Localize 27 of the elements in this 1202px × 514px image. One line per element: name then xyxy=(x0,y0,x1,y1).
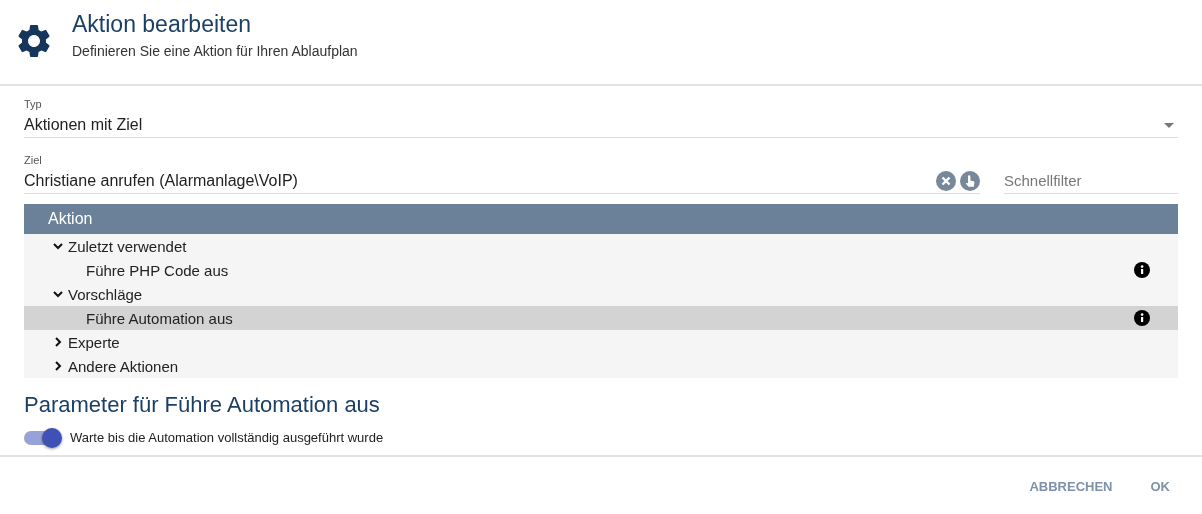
tree-group-label[interactable]: Experte xyxy=(68,333,120,351)
field-label: Ziel xyxy=(24,154,43,166)
chevron-down-icon[interactable] xyxy=(52,240,64,252)
tree-group-label[interactable]: Vorschläge xyxy=(68,285,143,303)
tree-item[interactable]: Führe PHP Code aus xyxy=(24,258,1178,282)
target-field[interactable]: Christiane anrufen (Alarmanlage\VoIP) xyxy=(24,169,980,194)
dialog-title: Aktion bearbeiten xyxy=(72,10,252,38)
tree-item-label: Führe Automation aus xyxy=(86,309,233,327)
chevron-right-icon[interactable] xyxy=(52,360,64,372)
toggle-switch[interactable] xyxy=(24,430,60,445)
tree-item[interactable]: Führe Automation aus xyxy=(24,306,1178,330)
toggle-label: Warte bis die Automation vollständig ausgeführt wurde xyxy=(70,430,384,445)
tree-item-label: Führe PHP Code aus xyxy=(86,261,229,279)
tree-group-label[interactable]: Zuletzt verwendet xyxy=(68,237,187,255)
info-icon[interactable] xyxy=(1134,262,1150,278)
clear-icon[interactable] xyxy=(936,171,956,191)
info-icon[interactable] xyxy=(1134,310,1150,326)
field-label: Typ xyxy=(24,98,43,110)
chevron-down-icon[interactable] xyxy=(52,288,64,300)
column-header: Aktion xyxy=(24,204,1178,234)
section-title: Parameter für Führe Automation aus xyxy=(24,392,381,418)
type-select[interactable]: Aktionen mit Ziel xyxy=(24,113,1178,138)
dialog-subtitle: Definieren Sie eine Aktion für Ihren Ablaufplan xyxy=(72,43,358,59)
tree-group-label[interactable]: Andere Aktionen xyxy=(68,357,179,375)
pointer-hand-icon[interactable] xyxy=(960,171,980,191)
dropdown-arrow-icon[interactable] xyxy=(1164,122,1174,128)
chevron-right-icon[interactable] xyxy=(52,336,64,348)
